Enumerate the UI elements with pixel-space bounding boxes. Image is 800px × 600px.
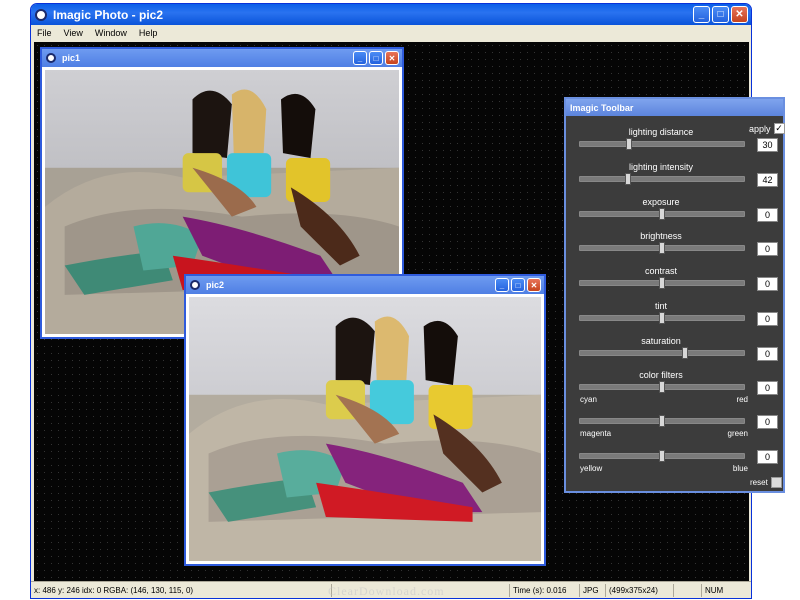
pic2-titlebar[interactable]: pic2 _ □ ✕ (186, 276, 544, 294)
reset-checkbox[interactable] (770, 477, 782, 488)
slider-right-label: red (736, 395, 748, 404)
slider-end-labels: cyan red (580, 395, 748, 404)
pic1-maximize-button[interactable]: □ (369, 51, 383, 65)
slider-thumb[interactable] (681, 347, 688, 359)
slider-thumb[interactable] (659, 415, 665, 427)
slider-row-5: tint 0 (566, 301, 783, 333)
status-time: Time (s): 0.016 (509, 583, 579, 597)
pic1-close-button[interactable]: ✕ (385, 51, 399, 65)
slider-value-input[interactable]: 0 (757, 208, 778, 222)
slider-label: lighting intensity (628, 162, 694, 172)
app-titlebar[interactable]: Imagic Photo - pic2 _ □ ✕ (31, 4, 751, 25)
slider-label: lighting distance (628, 127, 694, 137)
pic1-minimize-button[interactable]: _ (353, 51, 367, 65)
slider-value-input[interactable]: 0 (757, 381, 778, 395)
slider-row-6: saturation 0 (566, 336, 783, 368)
pic1-titlebar[interactable]: pic1 _ □ ✕ (42, 49, 402, 67)
slider-track[interactable] (579, 415, 745, 427)
app-icon[interactable] (35, 8, 47, 21)
menu-bar: File View Window Help (31, 25, 751, 41)
slider-track[interactable] (579, 242, 745, 254)
status-format: JPG (579, 583, 605, 597)
slider-thumb[interactable] (659, 208, 665, 220)
maximize-button[interactable]: □ (712, 6, 729, 23)
toolbar-title[interactable]: Imagic Toolbar (566, 99, 783, 116)
status-blank (673, 583, 701, 597)
slider-track[interactable] (579, 208, 745, 220)
pic2-photo[interactable] (189, 297, 541, 561)
slider-value-input[interactable]: 0 (757, 415, 778, 429)
slider-track[interactable] (579, 347, 745, 359)
pic2-title: pic2 (206, 280, 225, 290)
slider-value-input[interactable]: 0 (757, 347, 778, 361)
slider-thumb[interactable] (659, 242, 665, 254)
slider-row-1: lighting intensity 42 (566, 162, 783, 194)
slider-right-label: blue (732, 464, 748, 473)
status-coords: x: 486 y: 246 idx: 0 RGBA: (146, 130, 11… (34, 585, 194, 595)
pic2-minimize-button[interactable]: _ (495, 278, 509, 292)
menu-help[interactable]: Help (139, 28, 158, 38)
status-num: NUM (701, 583, 731, 597)
app-title: Imagic Photo - pic2 (53, 7, 164, 22)
reset-label: reset (750, 478, 768, 487)
slider-value-input[interactable]: 0 (757, 450, 778, 464)
slider-left-label: yellow (580, 464, 603, 473)
slider-label: color filters (639, 370, 683, 380)
menu-window[interactable]: Window (95, 28, 127, 38)
slider-thumb[interactable] (659, 277, 665, 289)
pic2-image (189, 316, 541, 561)
slider-value-input[interactable]: 0 (757, 277, 778, 291)
slider-row-2: exposure 0 (566, 197, 783, 229)
slider-value-input[interactable]: 42 (757, 173, 778, 187)
slider-thumb[interactable] (624, 173, 631, 185)
slider-row-4: contrast 0 (566, 266, 783, 298)
slider-track[interactable] (579, 173, 745, 185)
slider-row-0: lighting distance 30 (566, 127, 783, 159)
slider-row-9: 0 yellow blue (566, 439, 783, 473)
pic2-close-button[interactable]: ✕ (527, 278, 541, 292)
pic1-title: pic1 (62, 53, 81, 63)
slider-label: brightness (640, 231, 682, 241)
slider-thumb[interactable] (626, 138, 633, 150)
slider-end-labels: magenta green (580, 429, 748, 438)
slider-left-label: cyan (580, 395, 597, 404)
slider-row-7: color filters 0 cyan red (566, 370, 783, 404)
pic2-maximize-button[interactable]: □ (511, 278, 525, 292)
slider-right-label: green (727, 429, 748, 438)
slider-track[interactable] (579, 312, 745, 324)
pic2-window[interactable]: pic2 _ □ ✕ (184, 274, 546, 566)
slider-track[interactable] (579, 450, 745, 462)
watermark: ClearDownload.com (328, 584, 445, 598)
slider-thumb[interactable] (659, 381, 665, 393)
reset-control[interactable]: reset (750, 477, 782, 488)
slider-end-labels: yellow blue (580, 464, 748, 473)
close-button[interactable]: ✕ (731, 6, 748, 23)
slider-value-input[interactable]: 0 (757, 242, 778, 256)
slider-row-3: brightness 0 (566, 231, 783, 263)
slider-value-input[interactable]: 30 (757, 138, 778, 152)
slider-track[interactable] (579, 277, 745, 289)
slider-thumb[interactable] (659, 312, 665, 324)
slider-label: exposure (642, 197, 680, 207)
imagic-toolbar: Imagic Toolbar apply ✓ lighting distance… (564, 97, 785, 493)
slider-label: saturation (641, 336, 681, 346)
slider-label: contrast (644, 266, 677, 276)
slider-thumb[interactable] (659, 450, 665, 462)
pic2-icon[interactable] (190, 280, 200, 290)
pic1-icon[interactable] (46, 53, 56, 63)
minimize-button[interactable]: _ (693, 6, 710, 23)
slider-track[interactable] (579, 381, 745, 393)
slider-left-label: magenta (580, 429, 612, 438)
menu-view[interactable]: View (64, 28, 83, 38)
menu-file[interactable]: File (37, 28, 52, 38)
slider-row-8: 0 magenta green (566, 404, 783, 438)
slider-value-input[interactable]: 0 (757, 312, 778, 326)
slider-track[interactable] (579, 138, 745, 150)
slider-label: tint (654, 301, 667, 311)
status-dims: (499x375x24) (605, 583, 673, 597)
